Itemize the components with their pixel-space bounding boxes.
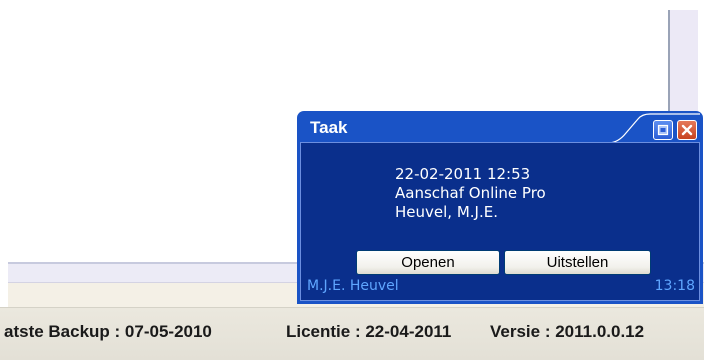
- popup-titlebar[interactable]: Taak: [300, 113, 700, 144]
- task-details: 22-02-2011 12:53 Aanschaf Online Pro Heu…: [395, 165, 546, 222]
- task-datetime: 22-02-2011 12:53: [395, 165, 531, 183]
- footer-time: 13:18: [654, 278, 695, 294]
- task-person: Heuvel, M.J.E.: [395, 203, 498, 221]
- last-backup-label: atste Backup : 07-05-2010: [4, 322, 212, 341]
- open-button[interactable]: Openen: [356, 250, 500, 275]
- application-window: atste Backup : 07-05-2010 Licentie : 22-…: [0, 0, 704, 360]
- task-application: Aanschaf Online Pro: [395, 184, 546, 202]
- license-label: Licentie : 22-04-2011: [286, 322, 452, 341]
- version-label: Versie : 2011.0.0.12: [490, 322, 645, 341]
- task-notification-popup: Taak 22-02-2011 12:53 Aanschaf Online Pr…: [297, 111, 703, 304]
- titlebar-curve: [300, 113, 700, 144]
- popup-title: Taak: [310, 118, 348, 137]
- status-bar: atste Backup : 07-05-2010 Licentie : 22-…: [0, 307, 704, 360]
- close-icon: [681, 124, 693, 136]
- postpone-button[interactable]: Uitstellen: [504, 250, 651, 275]
- close-button[interactable]: [677, 120, 697, 140]
- footer-user-name: M.J.E. Heuvel: [307, 278, 399, 294]
- restore-button[interactable]: [653, 120, 673, 140]
- restore-icon: [657, 124, 669, 136]
- popup-content: 22-02-2011 12:53 Aanschaf Online Pro Heu…: [300, 142, 700, 301]
